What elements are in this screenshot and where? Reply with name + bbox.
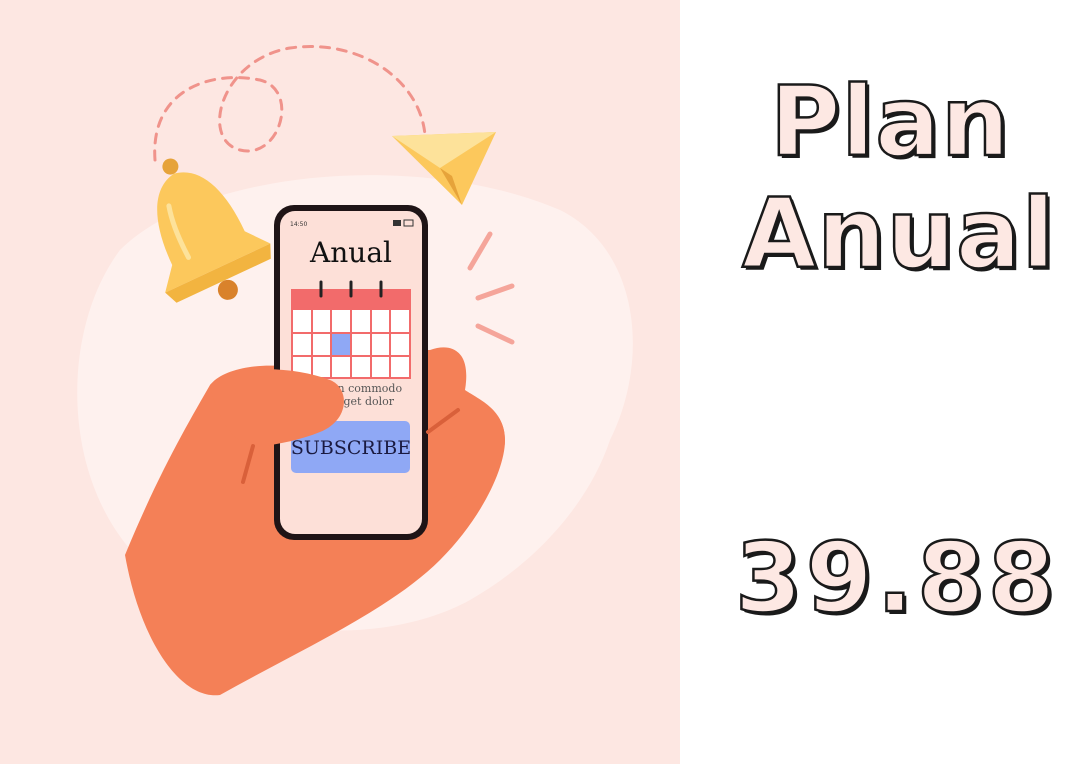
calendar-highlight [332, 334, 350, 355]
subscription-illustration: 14:50 Anual an commodo eget dolor SUBSCR… [0, 0, 680, 764]
signal-icon [393, 220, 401, 226]
dashed-trail [153, 45, 427, 162]
illustration-svg: 14:50 Anual an commodo eget dolor SUBSCR… [77, 45, 633, 696]
phone-time: 14:50 [290, 221, 307, 228]
subscribe-button-label: SUBSCRIBE [291, 437, 411, 459]
calendar-icon [291, 280, 411, 379]
phone-body-line2: eget dolor [337, 395, 395, 408]
phone-screen-title: Anual [309, 236, 392, 269]
plan-title-line2: Anual [741, 177, 1056, 292]
plan-price: 39.88 [734, 521, 1059, 636]
plan-title-line1: Plan [769, 65, 1011, 180]
